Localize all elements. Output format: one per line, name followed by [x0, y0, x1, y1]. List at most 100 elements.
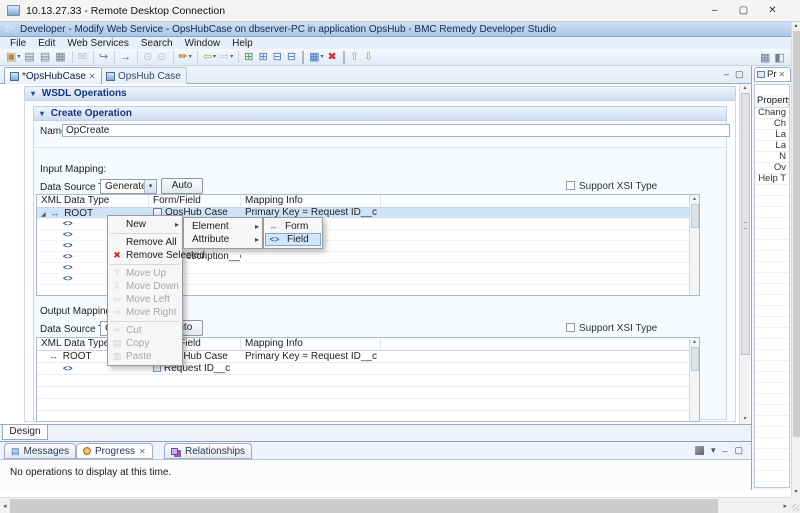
table-scrollbar[interactable]: ▴: [689, 338, 699, 421]
checkin-button[interactable]: ✉: [77, 50, 89, 64]
menu-file[interactable]: File: [4, 38, 32, 49]
scrollbar-thumb[interactable]: [10, 499, 718, 513]
property-row[interactable]: La: [755, 130, 789, 141]
menu-item-attribute[interactable]: Attribute ▸: [184, 233, 262, 246]
column-header[interactable]: Mapping Info: [241, 195, 381, 207]
collapse-icon[interactable]: ▾: [40, 109, 44, 118]
column-header[interactable]: XML Data Type: [37, 195, 149, 207]
menu-item-form[interactable]: ↔ Form: [264, 220, 322, 233]
editor-tab-form[interactable]: OpsHub Case: [100, 67, 187, 84]
menu-item-remove-all[interactable]: Remove All: [108, 236, 182, 249]
collapse-icon[interactable]: ▾: [31, 89, 35, 98]
auto-map-button[interactable]: Auto Map: [161, 178, 203, 194]
property-column-header[interactable]: Property: [755, 95, 789, 108]
print-button[interactable]: ▦: [54, 50, 67, 64]
perspective-partial-button[interactable]: ◧: [773, 51, 785, 65]
tab-relationships[interactable]: Relationships: [164, 443, 252, 459]
support-xsi-checkbox[interactable]: [566, 323, 575, 332]
search-button[interactable]: ⊙: [142, 50, 154, 64]
menu-help[interactable]: Help: [226, 38, 259, 49]
minimize-button[interactable]: –: [700, 0, 729, 21]
new-object-button[interactable]: ▣▾: [5, 50, 21, 64]
property-row[interactable]: Chang: [755, 108, 789, 119]
menu-search[interactable]: Search: [135, 38, 179, 49]
table-row-empty[interactable]: [37, 399, 699, 411]
column-header[interactable]: Mapping Info: [241, 338, 381, 350]
tab-progress[interactable]: Progress ✕: [76, 443, 153, 459]
menu-item-element[interactable]: Element ▸: [184, 220, 262, 233]
expand-button[interactable]: ⊞: [257, 50, 269, 64]
property-row[interactable]: Ch: [755, 119, 789, 130]
save-all-button[interactable]: ▤: [39, 50, 52, 64]
table-scrollbar[interactable]: ▴: [689, 195, 699, 295]
editor-scrollbar[interactable]: ▴ ▾: [739, 84, 750, 424]
close-icon[interactable]: ✕: [89, 72, 96, 81]
maximize-button[interactable]: ▢: [729, 0, 758, 21]
scroll-down-icon[interactable]: ▾: [740, 415, 750, 424]
wsdl-operations-header[interactable]: ▾ WSDL Operations: [24, 86, 736, 101]
move-down-button[interactable]: ⇩: [363, 50, 375, 64]
menu-web-services[interactable]: Web Services: [61, 38, 135, 49]
show-fields-button[interactable]: ▦▾: [308, 50, 324, 64]
menu-item-field[interactable]: < > Field: [265, 233, 321, 246]
scroll-up-icon[interactable]: ▴: [792, 22, 800, 31]
minimize-view-icon[interactable]: –: [722, 446, 727, 456]
property-row[interactable]: Help T: [755, 174, 789, 185]
move-up-button[interactable]: ⇧: [349, 50, 361, 64]
create-operation-header[interactable]: ▾ Create Operation: [33, 106, 727, 121]
view-action-icon[interactable]: [695, 446, 704, 455]
launch-wand-button[interactable]: ✏▾: [178, 50, 193, 64]
minimize-view-icon[interactable]: –: [724, 69, 729, 80]
delete-button[interactable]: ✖: [327, 50, 339, 64]
collapse-button[interactable]: ⊟: [272, 50, 284, 64]
scrollbar-thumb[interactable]: [741, 93, 750, 355]
resize-grip[interactable]: [791, 497, 800, 513]
collapse-all-button[interactable]: ⊟: [286, 50, 298, 64]
view-menu-icon[interactable]: ▾: [711, 445, 716, 456]
table-row-empty[interactable]: [37, 375, 699, 387]
maximize-view-icon[interactable]: ▢: [735, 69, 744, 80]
data-source-type-select[interactable]: Generated ▾: [100, 179, 157, 194]
scrollbar-thumb[interactable]: [793, 31, 800, 437]
menu-item-new[interactable]: New ▸: [108, 218, 182, 231]
scroll-up-icon[interactable]: ▴: [690, 195, 699, 203]
import-button[interactable]: ↪: [98, 50, 110, 64]
search-replace-button[interactable]: ⊙: [156, 50, 168, 64]
rdp-horizontal-scrollbar[interactable]: ◂ ▸: [0, 497, 791, 513]
chevron-down-icon[interactable]: ▾: [144, 180, 156, 193]
tab-messages[interactable]: ▤ Messages: [4, 443, 76, 459]
tab-design[interactable]: Design: [2, 425, 48, 440]
operation-name-input[interactable]: OpCreate: [62, 124, 730, 137]
property-row[interactable]: La: [755, 141, 789, 152]
scroll-up-icon[interactable]: ▴: [690, 338, 699, 346]
menu-item-remove-selected[interactable]: ✖ Remove Selected: [108, 249, 182, 262]
editor-tab-web-service[interactable]: *OpsHubCase ✕: [4, 67, 102, 84]
tab-properties[interactable]: Pr ✕: [754, 67, 791, 82]
scrollbar-thumb[interactable]: [691, 204, 699, 228]
scroll-right-icon[interactable]: ▸: [783, 502, 787, 510]
support-xsi-checkbox[interactable]: [566, 181, 575, 190]
table-row-empty[interactable]: [37, 387, 699, 399]
column-header[interactable]: Form/Field: [149, 195, 241, 207]
close-icon[interactable]: ✕: [779, 70, 786, 79]
scroll-down-icon[interactable]: ▾: [792, 488, 800, 497]
open-perspective-button[interactable]: ▦: [759, 51, 771, 65]
table-row-empty[interactable]: [37, 411, 699, 422]
maximize-view-icon[interactable]: ▢: [734, 445, 743, 456]
rdp-vertical-scrollbar[interactable]: ▴ ▾: [791, 22, 800, 497]
forward-button[interactable]: ⇨▾: [219, 50, 234, 64]
tree-expander-icon[interactable]: ◢: [41, 212, 46, 218]
property-row[interactable]: Ov: [755, 163, 789, 174]
menu-window[interactable]: Window: [179, 38, 227, 49]
run-export-button[interactable]: →: [119, 50, 133, 64]
scrollbar-thumb[interactable]: [691, 347, 699, 371]
menu-edit[interactable]: Edit: [32, 38, 61, 49]
close-button[interactable]: ✕: [758, 0, 787, 21]
back-button[interactable]: ⇦▾: [202, 50, 217, 64]
scroll-up-icon[interactable]: ▴: [740, 84, 750, 93]
close-icon[interactable]: ✕: [139, 447, 146, 456]
save-button[interactable]: ▤: [23, 50, 36, 64]
scroll-left-icon[interactable]: ◂: [3, 502, 7, 510]
property-row[interactable]: N: [755, 152, 789, 163]
expand-all-button[interactable]: ⊞: [243, 50, 255, 64]
